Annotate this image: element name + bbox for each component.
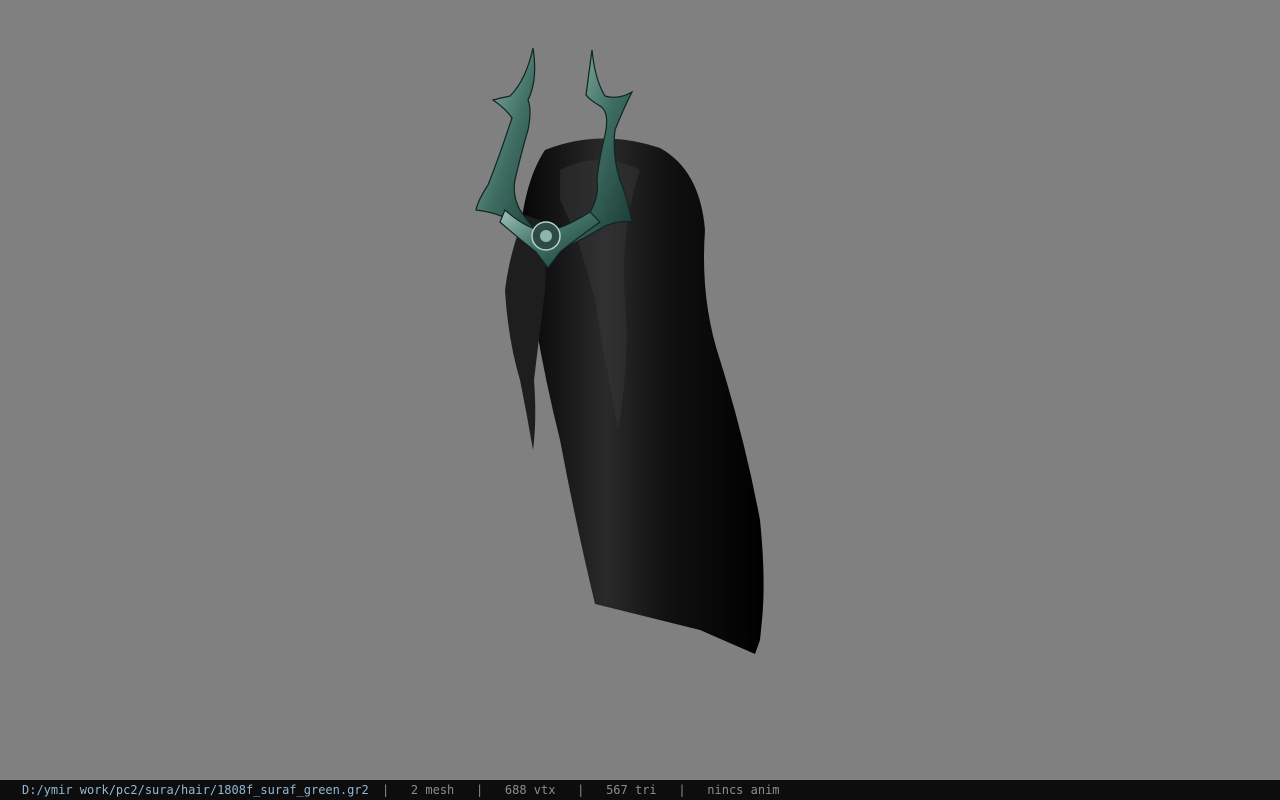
3d-viewport[interactable] (0, 0, 1280, 780)
status-bar: D:/ymir work/pc2/sura/hair/1808f_suraf_g… (0, 780, 1280, 800)
vertex-count: 688 vtx (504, 783, 556, 797)
model-render (475, 47, 764, 654)
hair-back (520, 138, 764, 654)
triangle-count: 567 tri (606, 783, 657, 797)
file-path: D:/ymir work/pc2/sura/hair/1808f_suraf_g… (22, 783, 369, 797)
separator: | (678, 783, 686, 797)
mesh-count: 2 mesh (410, 783, 455, 797)
model-stats: | 2 mesh | 688 vtx | 567 tri | nincs ani… (382, 780, 780, 800)
animation-status: nincs anim (707, 783, 780, 797)
